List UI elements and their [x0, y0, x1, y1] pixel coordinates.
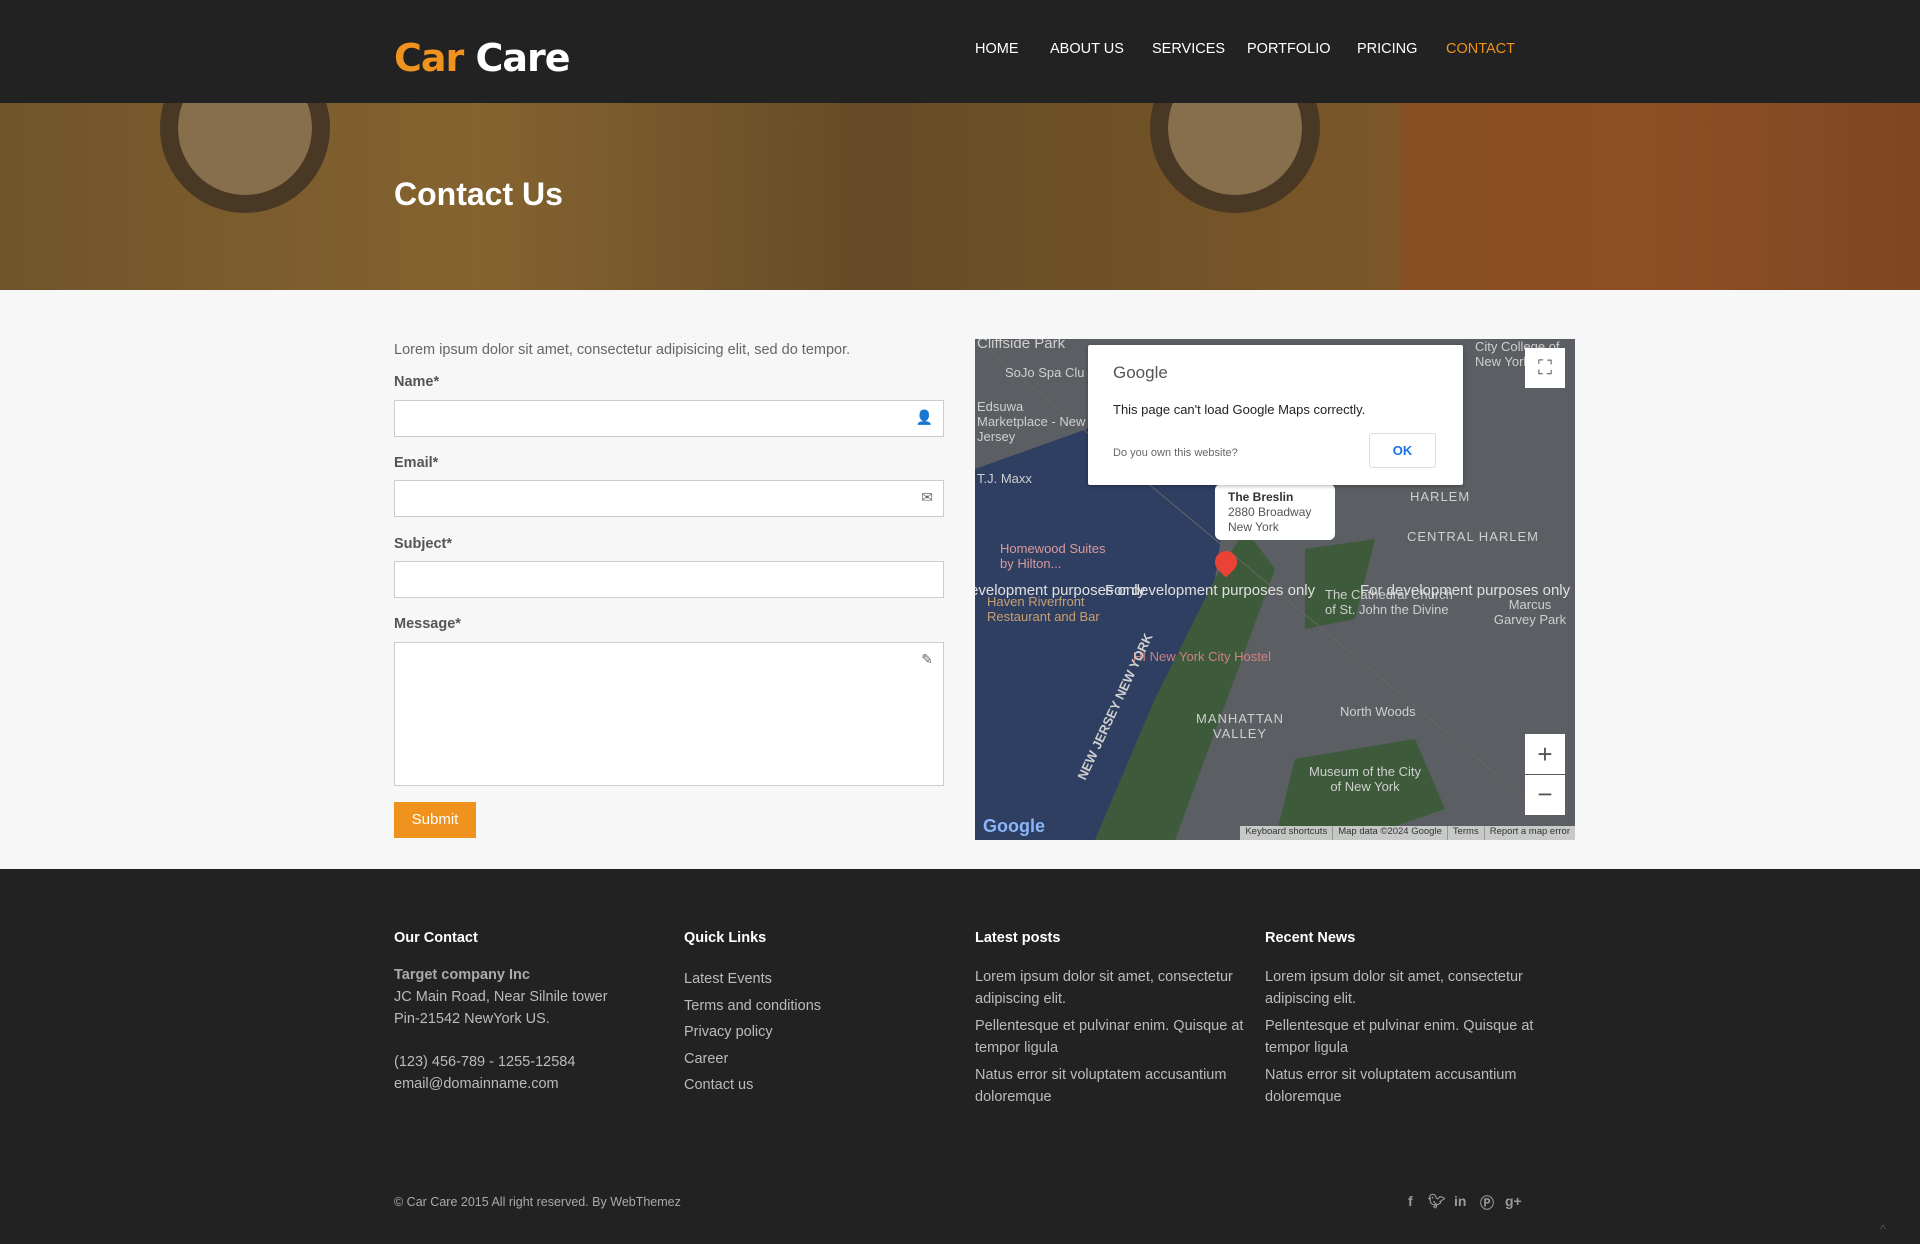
google-plus-icon[interactable]: g+ [1505, 1193, 1522, 1209]
nav-home[interactable]: HOME [975, 41, 1019, 57]
pinterest-icon[interactable]: Ⓟ [1480, 1193, 1494, 1213]
ok-button[interactable]: OK [1369, 433, 1436, 468]
message-textarea[interactable]: ✎ [394, 642, 944, 786]
map-label: Marcus Garvey Park [1493, 597, 1567, 627]
footer-heading: Recent News [1265, 930, 1356, 946]
nav-about[interactable]: ABOUT US [1050, 41, 1124, 57]
subject-label: Subject* [394, 536, 453, 552]
subject-input[interactable] [394, 561, 944, 598]
news-item[interactable]: Lorem ipsum dolor sit amet, consectetur … [1265, 966, 1535, 1010]
email-input[interactable]: ✉ [394, 480, 944, 517]
map-watermark: For development purposes only [1360, 582, 1571, 599]
dialog-question[interactable]: Do you own this website? [1113, 447, 1238, 459]
map[interactable]: Cliffside Park SoJo Spa Clu Edsuwa Marke… [975, 339, 1575, 840]
map-label: Cliffside Park [977, 339, 1066, 352]
report-error-link[interactable]: Report a map error [1485, 826, 1575, 840]
map-error-dialog: Google This page can't load Google Maps … [1088, 345, 1463, 485]
news-item[interactable]: Natus error sit voluptatem accusantium d… [1265, 1064, 1535, 1108]
footer-link[interactable]: Latest Events [684, 966, 821, 993]
pencil-icon: ✎ [921, 651, 933, 667]
post-item[interactable]: Lorem ipsum dolor sit amet, consectetur … [975, 966, 1245, 1010]
info-line: New York [1228, 520, 1279, 534]
terms-link[interactable]: Terms [1448, 826, 1485, 840]
info-line: 2880 Broadway [1228, 505, 1312, 519]
nav-pricing[interactable]: PRICING [1357, 41, 1417, 57]
footer-link[interactable]: Career [684, 1046, 821, 1073]
map-label: Museum of the City of New York [1309, 764, 1421, 794]
address-line: Pin-21542 NewYork US. [394, 1011, 550, 1027]
message-label: Message* [394, 616, 461, 632]
logo[interactable]: Car Care [394, 36, 571, 80]
nav-services[interactable]: SERVICES [1152, 41, 1225, 57]
map-label: CENTRAL HARLEM [1407, 529, 1539, 544]
google-map-logo: Google [983, 816, 1045, 836]
map-label: Homewood Suites by Hilton... [1000, 541, 1106, 571]
email-label: Email* [394, 455, 439, 471]
contact-block: Target company Inc JC Main Road, Near Si… [394, 964, 608, 1095]
facebook-icon[interactable]: f [1408, 1193, 1413, 1209]
name-label: Name* [394, 374, 440, 390]
banner-image [0, 103, 1920, 290]
envelope-icon: ✉ [921, 489, 933, 505]
map-label: HI New York City Hostel [1133, 649, 1271, 664]
copyright: © Car Care 2015 All right reserved. By W… [394, 1195, 681, 1209]
map-label: SoJo Spa Clu [1005, 365, 1085, 380]
email-link[interactable]: email@domainname.com [394, 1073, 608, 1095]
google-logo: Google [1113, 363, 1168, 382]
recent-news: Lorem ipsum dolor sit amet, consectetur … [1265, 966, 1535, 1108]
map-data-text: Map data ©2024 Google [1333, 826, 1448, 840]
footer-link[interactable]: Contact us [684, 1072, 821, 1099]
map-label: HARLEM [1410, 489, 1471, 504]
map-label: T.J. Maxx [977, 471, 1032, 486]
twitter-icon[interactable]: 🐦︎ [1428, 1193, 1446, 1210]
keyboard-shortcuts-link[interactable]: Keyboard shortcuts [1240, 826, 1334, 840]
quick-links: Latest Events Terms and conditions Priva… [684, 966, 821, 1099]
info-title: The Breslin [1228, 490, 1294, 504]
address-line: JC Main Road, Near Silnile tower [394, 989, 608, 1005]
zoom-in-button[interactable]: + [1525, 734, 1565, 774]
post-item[interactable]: Natus error sit voluptatem accusantium d… [975, 1064, 1245, 1108]
post-item[interactable]: Pellentesque et pulvinar enim. Quisque a… [975, 1015, 1245, 1059]
map-label: Edsuwa Marketplace - New Jersey [977, 399, 1086, 444]
map-footer: Keyboard shortcuts Map data ©2024 Google… [1240, 826, 1575, 840]
phone: (123) 456-789 - 1255-12584 [394, 1054, 576, 1070]
dialog-message: This page can't load Google Maps correct… [1113, 402, 1366, 417]
company-name: Target company Inc [394, 967, 530, 983]
footer-heading: Latest posts [975, 930, 1061, 946]
news-item[interactable]: Pellentesque et pulvinar enim. Quisque a… [1265, 1015, 1535, 1059]
footer-heading: Quick Links [684, 930, 767, 946]
map-watermark: For development purposes only [1105, 582, 1316, 599]
submit-button[interactable]: Submit [394, 802, 476, 838]
page-title: Contact Us [394, 176, 563, 212]
user-icon: 👤 [915, 409, 933, 425]
name-input[interactable]: 👤 [394, 400, 944, 437]
scroll-top-icon[interactable]: ^ [1880, 1222, 1886, 1236]
footer [0, 869, 1920, 1244]
form-intro: Lorem ipsum dolor sit amet, consectetur … [394, 342, 851, 358]
latest-posts: Lorem ipsum dolor sit amet, consectetur … [975, 966, 1245, 1108]
linkedin-icon[interactable]: in [1454, 1193, 1466, 1209]
logo-part1: Car [394, 36, 464, 80]
map-info-window: The Breslin 2880 Broadway New York [1215, 484, 1335, 540]
zoom-out-button[interactable]: − [1525, 775, 1565, 815]
logo-part2: Care [475, 36, 571, 80]
nav-portfolio[interactable]: PORTFOLIO [1247, 41, 1331, 57]
map-label: North Woods [1340, 704, 1416, 719]
footer-link[interactable]: Terms and conditions [684, 993, 821, 1020]
header [0, 0, 1920, 103]
fullscreen-icon[interactable]: ⛶ [1525, 348, 1565, 388]
footer-heading: Our Contact [394, 930, 478, 946]
map-label: MANHATTAN VALLEY [1196, 711, 1284, 741]
footer-link[interactable]: Privacy policy [684, 1019, 821, 1046]
nav-contact[interactable]: CONTACT [1446, 41, 1515, 57]
